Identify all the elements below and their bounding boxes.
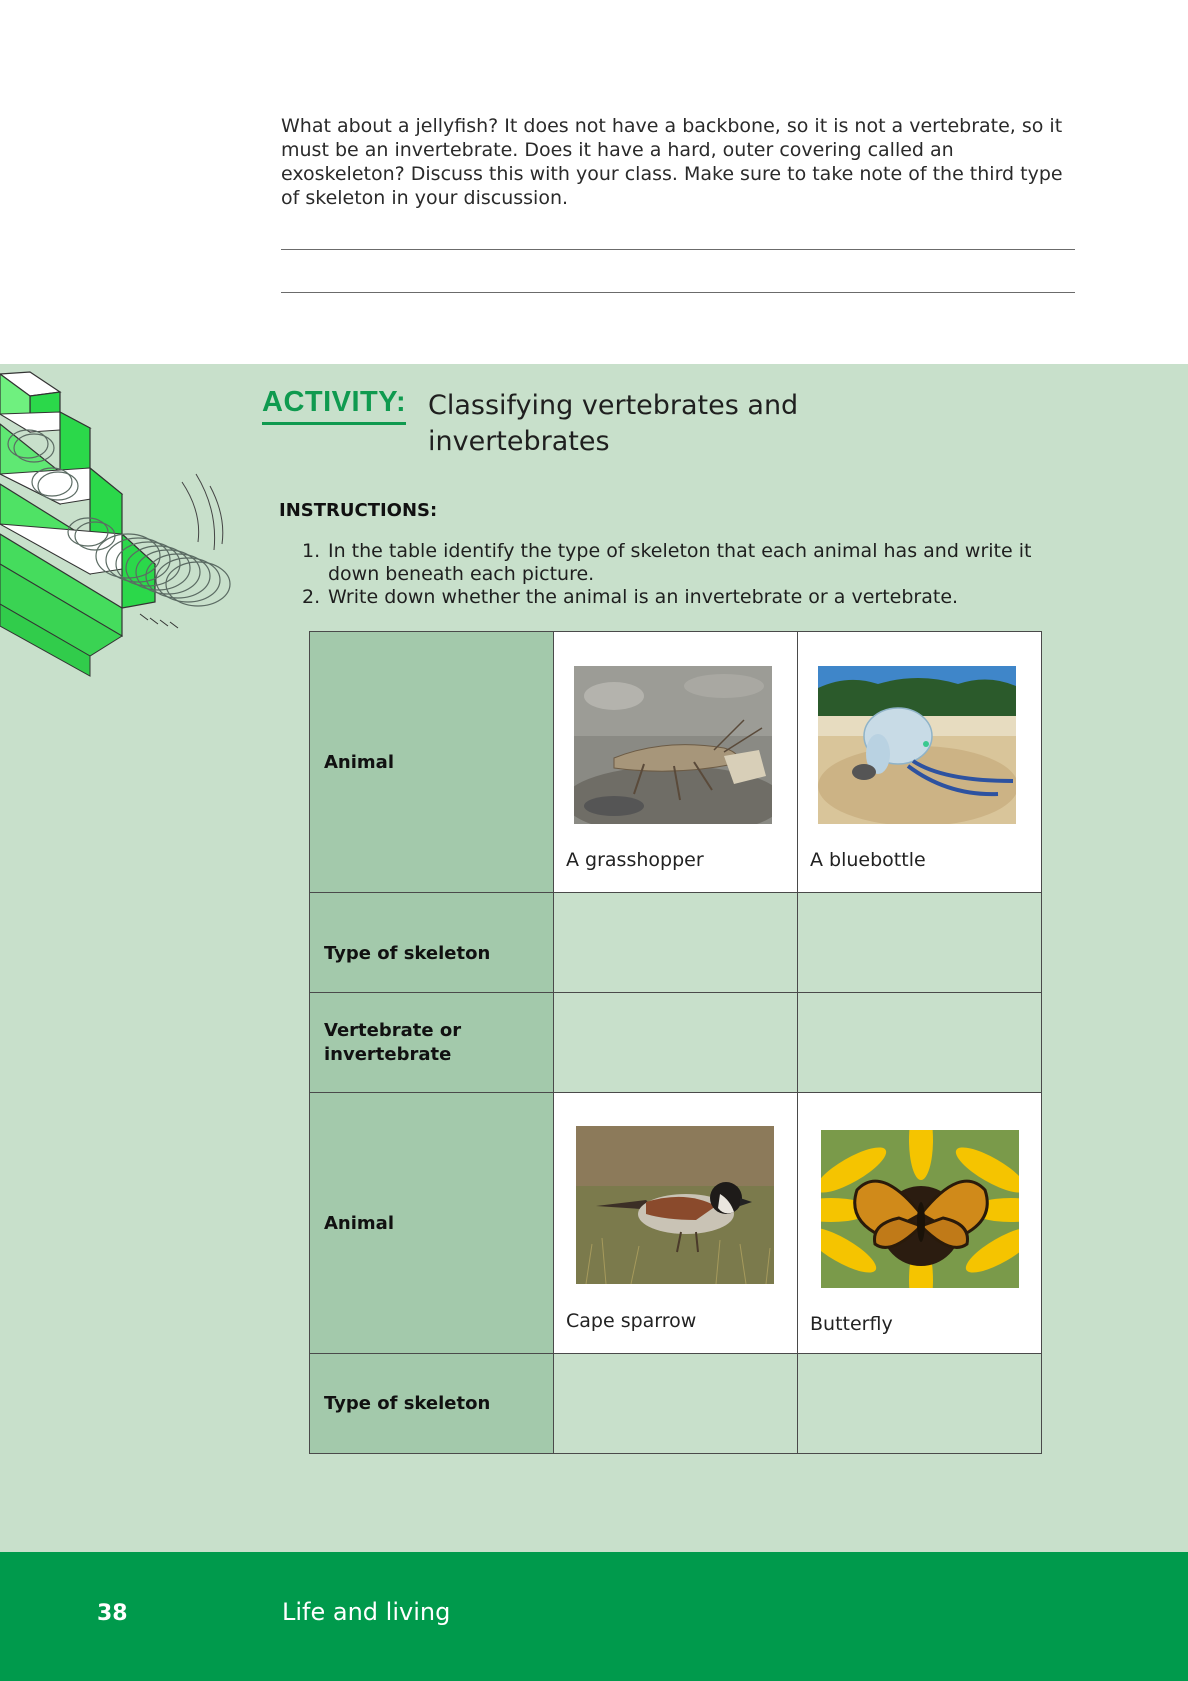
animal-cell: Butterfly bbox=[797, 1092, 1042, 1354]
instruction-item: 1. In the table identify the type of ske… bbox=[302, 540, 1088, 586]
instruction-number: 2. bbox=[302, 586, 321, 608]
row-header-label: Type of skeleton bbox=[324, 1393, 491, 1414]
animal-cell: Cape sparrow bbox=[553, 1092, 798, 1354]
table-row: Type of skeleton bbox=[309, 892, 1042, 993]
answer-cell[interactable] bbox=[797, 892, 1042, 993]
animal-caption: Cape sparrow bbox=[566, 1310, 697, 1332]
instruction-item: 2. Write down whether the animal is an i… bbox=[302, 586, 1088, 609]
instruction-number: 1. bbox=[302, 540, 321, 562]
answer-cell[interactable] bbox=[553, 892, 798, 993]
instructions-heading: INSTRUCTIONS: bbox=[279, 500, 438, 521]
table-row: Type of skeleton bbox=[309, 1353, 1042, 1454]
answer-cell[interactable] bbox=[797, 1353, 1042, 1454]
instructions-list: 1. In the table identify the type of ske… bbox=[302, 540, 1088, 609]
row-header: Animal bbox=[309, 631, 554, 893]
page-number: 38 bbox=[97, 1601, 128, 1626]
answer-cell[interactable] bbox=[797, 992, 1042, 1093]
table-row: Animal A grasshopper A bluebottle bbox=[309, 631, 1042, 893]
instruction-text: In the table identify the type of skelet… bbox=[328, 540, 1032, 585]
table-row: Animal Cape sparrow Butterfly bbox=[309, 1092, 1042, 1354]
animal-caption: A grasshopper bbox=[566, 849, 704, 871]
row-header-label: Type of skeleton bbox=[324, 943, 491, 964]
row-header: Type of skeleton bbox=[309, 892, 554, 993]
bluebottle-photo bbox=[818, 666, 1016, 824]
cape-sparrow-photo bbox=[576, 1126, 774, 1284]
animal-caption: Butterfly bbox=[810, 1313, 893, 1335]
animal-cell: A grasshopper bbox=[553, 631, 798, 893]
row-header-label: Animal bbox=[324, 1212, 394, 1234]
footer-bar bbox=[0, 1552, 1188, 1681]
row-header-label: Vertebrate or invertebrate bbox=[324, 1019, 462, 1065]
row-header-label: Animal bbox=[324, 751, 394, 773]
answer-line bbox=[281, 249, 1075, 250]
butterfly-photo bbox=[821, 1130, 1019, 1288]
slinky-stairs-illustration bbox=[0, 371, 231, 677]
activity-title: Classifying vertebrates and invertebrate… bbox=[428, 390, 799, 457]
answer-cell[interactable] bbox=[553, 1353, 798, 1454]
grasshopper-photo bbox=[574, 666, 772, 824]
table-row: Vertebrate or invertebrate bbox=[309, 992, 1042, 1093]
animal-caption: A bluebottle bbox=[810, 849, 926, 871]
answer-cell[interactable] bbox=[553, 992, 798, 1093]
row-header: Vertebrate or invertebrate bbox=[309, 992, 554, 1093]
intro-paragraph: What about a jellyfish? It does not have… bbox=[281, 115, 1063, 209]
section-name: Life and living bbox=[282, 1598, 451, 1626]
animal-cell: A bluebottle bbox=[797, 631, 1042, 893]
instruction-text: Write down whether the animal is an inve… bbox=[328, 586, 959, 608]
answer-line bbox=[281, 292, 1075, 293]
row-header: Animal bbox=[309, 1092, 554, 1354]
activity-label: ACTIVITY: bbox=[262, 386, 407, 425]
classification-table: Animal A grasshopper A bluebottle Type o… bbox=[309, 631, 1042, 1454]
row-header: Type of skeleton bbox=[309, 1353, 554, 1454]
